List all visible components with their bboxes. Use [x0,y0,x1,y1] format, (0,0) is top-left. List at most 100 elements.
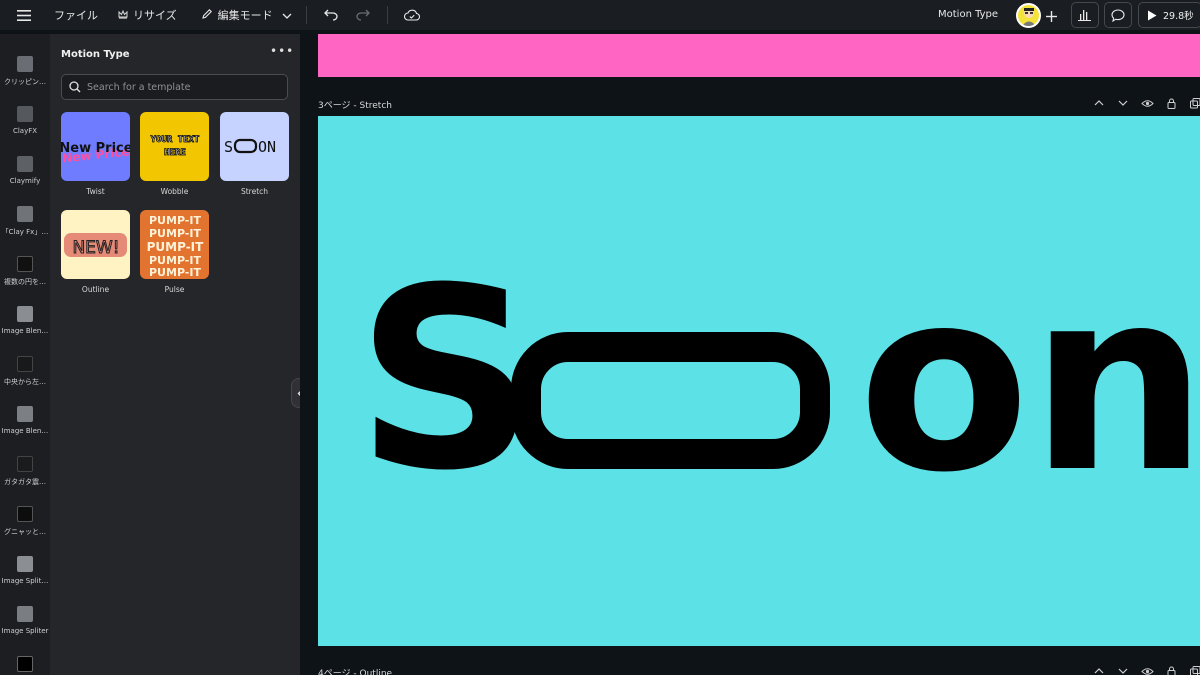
template-search[interactable] [61,74,288,100]
stretch-preview-s: S [224,138,233,156]
menu-icon[interactable] [10,4,38,26]
rail-item[interactable]: 中央から左… [0,356,50,387]
duplicate-icon[interactable] [1188,664,1200,675]
eye-icon[interactable] [1140,664,1154,675]
app-thumbnail [17,506,33,522]
template-name: Stretch [240,187,269,196]
lock-icon[interactable] [1164,664,1178,675]
template-preview: PUMP-IT PUMP-IT PUMP-IT PUMP-IT PUMP-IT [140,210,209,279]
template-name: Pulse [164,285,185,294]
search-input[interactable] [87,81,277,93]
rail-item[interactable]: ClayFX [0,106,50,135]
app-thumbnail [17,106,33,122]
rail-item[interactable]: 「Clay Fx」… [0,206,50,237]
app-thumbnail [17,206,33,222]
template-pulse[interactable]: PUMP-IT PUMP-IT PUMP-IT PUMP-IT PUMP-IT … [140,210,209,294]
app-thumbnail [17,356,33,372]
pulse-preview-line: PUMP-IT [149,214,201,227]
chevron-up-icon[interactable] [1092,96,1106,110]
page-3-toolbar [1092,96,1200,110]
eye-icon[interactable] [1140,96,1154,110]
add-member-button[interactable] [1042,7,1060,25]
app-thumbnail [17,406,33,422]
comments-button[interactable] [1104,2,1132,28]
template-stretch[interactable]: S ON Stretch [220,112,289,196]
insights-button[interactable] [1071,2,1099,28]
template-outline[interactable]: NEW! Outline [61,210,130,294]
rail-item[interactable]: Image Blen… [0,306,50,335]
chevron-down-icon[interactable] [1116,664,1130,675]
page-3-canvas[interactable]: S on [318,116,1200,646]
rail-item-label: グニャッと… [4,528,46,536]
rail-item[interactable]: Image Spliter [0,606,50,635]
rail-item[interactable]: グニャッと… [0,506,50,537]
template-twist[interactable]: New Price New Price Twist [61,112,130,196]
rail-item[interactable] [0,656,50,672]
chevron-down-icon [282,9,292,22]
plus-icon [1045,10,1057,22]
search-icon [69,81,81,93]
play-icon [1148,10,1157,20]
rail-item[interactable]: Image Split… [0,556,50,585]
wobble-preview-line-1: YOUR TEXT [151,135,200,145]
rail-item[interactable]: ガタガタ震… [0,456,50,487]
avatar[interactable] [1016,3,1041,28]
play-button[interactable]: 29.8秒 [1138,2,1200,28]
file-menu-button[interactable]: ファイル [54,7,98,23]
edit-mode-button[interactable]: 編集モード [201,7,292,23]
pulse-preview-line: PUMP-IT [149,227,201,240]
template-preview: YOUR TEXT HERE [140,112,209,181]
canvas-area: 3ページ - Stretch S on 4ページ - Outline [300,34,1200,675]
wobble-preview-line-2: HERE [164,148,186,158]
app-thumbnail [17,156,33,172]
template-name: Wobble [160,187,189,196]
rail-item[interactable]: Claymify [0,156,50,185]
apps-rail: クリッピン… ClayFX Claymify 「Clay Fx」… 複数の円を…… [0,34,50,675]
pulse-preview-line: PUMP-IT [147,240,205,254]
app-thumbnail [17,56,33,72]
pulse-preview-line: PUMP-IT [149,266,201,279]
app-thumbnail [17,656,33,672]
toolbar-divider [386,6,388,24]
rail-item-label: Image Blen… [1,327,49,335]
page-2-preview[interactable] [318,34,1200,77]
page-4-label[interactable]: 4ページ - Outline [318,666,392,675]
rail-item[interactable]: クリッピン… [0,56,50,87]
template-preview: S ON [220,112,289,181]
rail-item-label: Image Split… [1,577,49,585]
duplicate-icon[interactable] [1188,96,1200,110]
redo-icon[interactable] [349,4,377,26]
template-wobble[interactable]: YOUR TEXT HERE Wobble [140,112,209,196]
edit-mode-label: 編集モード [217,9,273,22]
bar-chart-icon [1078,10,1091,21]
project-name[interactable]: Motion Type [938,9,998,20]
rail-item-label: ガタガタ震… [4,478,46,486]
rail-item-label: 中央から左… [4,378,46,386]
panel-title: Motion Type [61,49,130,60]
template-name: Outline [81,285,110,294]
stretch-preview-on: ON [258,138,276,156]
rail-item[interactable]: Image Blen… [0,406,50,435]
lock-icon[interactable] [1164,96,1178,110]
artwork-stretched-o[interactable] [511,332,830,469]
rail-item[interactable]: 複数の円を… [0,256,50,287]
cloud-save-icon[interactable] [398,4,426,26]
rail-item-label: 複数の円を… [4,278,46,286]
undo-icon[interactable] [317,4,345,26]
artwork-letters-on: on [858,236,1200,527]
app-thumbnail [17,556,33,572]
chevron-up-icon[interactable] [1092,664,1106,675]
rail-item-label: 「Clay Fx」… [1,228,49,236]
page-4-toolbar [1092,664,1200,675]
stretch-preview-o [233,138,258,154]
template-preview: New Price New Price [61,112,130,181]
resize-button[interactable]: リサイズ [118,7,177,23]
twist-preview-text: New Price [61,141,130,156]
soon-artwork[interactable]: S on [318,116,1200,646]
page-3-label[interactable]: 3ページ - Stretch [318,98,392,111]
motion-type-panel: Motion Type ••• New Price New Price Twis… [50,34,300,675]
rail-item-label: ClayFX [12,127,38,135]
more-options-icon[interactable]: ••• [270,44,294,58]
rail-item-label: クリッピン… [4,78,46,86]
chevron-down-icon[interactable] [1116,96,1130,110]
